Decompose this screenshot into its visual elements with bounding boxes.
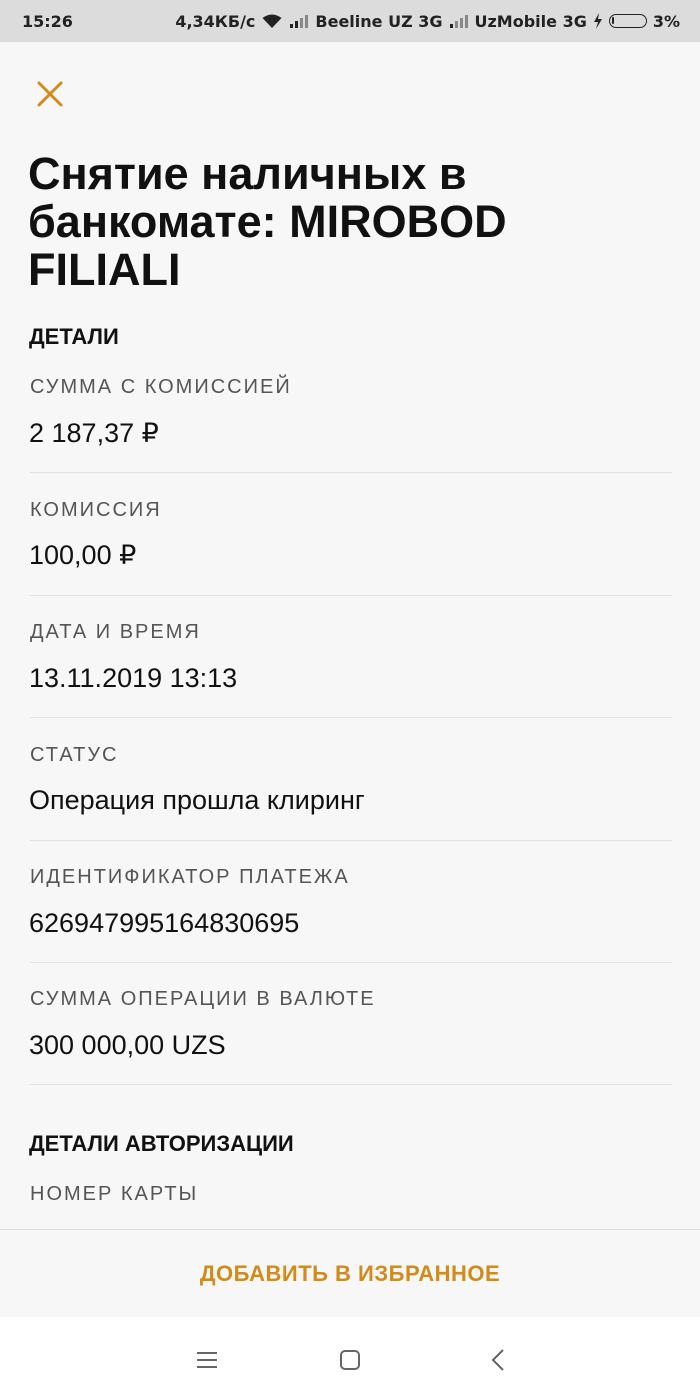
- field-value-payment-id: 626947995164830695: [29, 908, 300, 938]
- details-heading: ДЕТАЛИ: [29, 324, 119, 349]
- status-bar: 15:26 4,34КБ/с Beeline UZ 3G UzMobile 3G…: [0, 0, 700, 42]
- field-value-status: Операция прошла клиринг: [29, 785, 365, 815]
- signal-icon: [449, 15, 468, 28]
- field-label-card-number: НОМЕР КАРТЫ: [30, 1183, 199, 1205]
- nav-back-button[interactable]: [483, 1345, 513, 1375]
- field-label-currency-amount: СУММА ОПЕРАЦИИ В ВАЛЮТЕ: [30, 988, 376, 1010]
- home-icon: [340, 1350, 360, 1370]
- close-button[interactable]: [28, 72, 72, 116]
- field-value-fee: 100,00 ₽: [29, 540, 137, 570]
- signal-icon: [290, 15, 309, 28]
- divider: [30, 595, 672, 596]
- field-value-datetime: 13.11.2019 13:13: [29, 663, 238, 693]
- divider: [30, 1084, 672, 1085]
- bottom-action-bar: ДОБАВИТЬ В ИЗБРАННОЕ: [0, 1229, 700, 1318]
- close-icon: [37, 81, 63, 107]
- status-battery: 3%: [652, 11, 680, 31]
- auth-details-heading: ДЕТАЛИ АВТОРИЗАЦИИ: [29, 1131, 294, 1156]
- nav-home-button[interactable]: [335, 1345, 365, 1375]
- wifi-icon: [262, 14, 282, 28]
- field-label-status: СТАТУС: [30, 744, 119, 766]
- charging-icon: [593, 13, 602, 29]
- add-to-favorites-button[interactable]: ДОБАВИТЬ В ИЗБРАННОЕ: [194, 1260, 506, 1288]
- system-nav-bar: [0, 1317, 700, 1400]
- status-time: 15:26: [22, 11, 73, 31]
- back-icon: [491, 1349, 504, 1371]
- divider: [30, 840, 672, 841]
- page-title: Снятие наличных в банкомате: MIROBOD FIL…: [28, 148, 507, 295]
- divider: [30, 472, 672, 473]
- status-speed: 4,34КБ/с: [175, 11, 256, 31]
- field-value-currency-amount: 300 000,00 UZS: [29, 1030, 226, 1060]
- field-label-amount-with-fee: СУММА С КОМИССИЕЙ: [30, 376, 292, 398]
- menu-icon: [197, 1352, 217, 1368]
- nav-menu-button[interactable]: [192, 1345, 222, 1375]
- field-value-amount-with-fee: 2 187,37 ₽: [29, 418, 159, 448]
- status-carrier-2: UzMobile 3G: [474, 11, 587, 31]
- field-label-fee: КОМИССИЯ: [30, 499, 162, 521]
- status-carrier-1: Beeline UZ 3G: [315, 11, 443, 31]
- field-label-payment-id: ИДЕНТИФИКАТОР ПЛАТЕЖА: [30, 866, 350, 888]
- field-label-datetime: ДАТА И ВРЕМЯ: [30, 621, 201, 643]
- battery-icon: [608, 14, 647, 28]
- divider: [30, 962, 672, 963]
- divider: [30, 717, 672, 718]
